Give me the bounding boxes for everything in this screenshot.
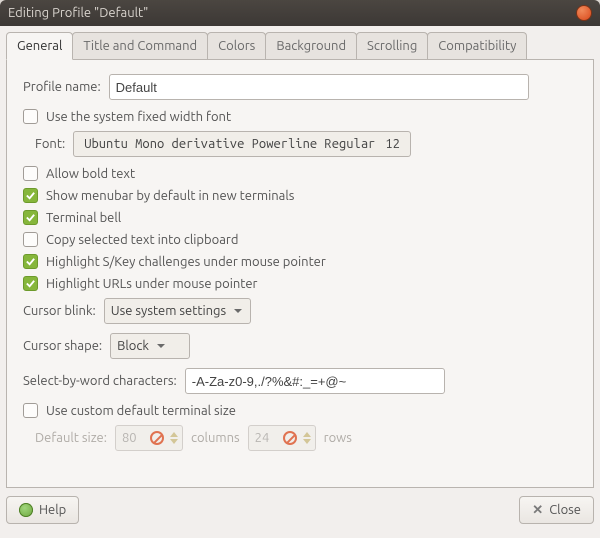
select-by-word-label: Select-by-word characters: — [23, 374, 177, 388]
default-columns-value: 80 — [122, 431, 144, 445]
show-menubar-checkbox[interactable] — [23, 188, 38, 203]
default-rows-value: 24 — [255, 431, 277, 445]
use-system-font-label[interactable]: Use the system fixed width font — [46, 110, 231, 124]
allow-bold-label[interactable]: Allow bold text — [46, 167, 135, 181]
dialog-footer: Help ✕ Close — [6, 496, 594, 524]
cursor-shape-value: Block — [117, 339, 149, 353]
default-rows-spin: 24 — [248, 425, 316, 451]
close-button-label: Close — [549, 503, 581, 517]
forbidden-icon — [150, 431, 164, 445]
font-chooser-button[interactable]: Ubuntu Mono derivative Powerline Regular… — [73, 131, 411, 157]
highlight-urls-label[interactable]: Highlight URLs under mouse pointer — [46, 277, 257, 291]
check-icon — [25, 212, 36, 223]
tab-title-and-command[interactable]: Title and Command — [72, 32, 208, 59]
default-columns-spin: 80 — [115, 425, 183, 451]
help-button-label: Help — [39, 503, 66, 517]
font-name: Ubuntu Mono derivative Powerline Regular — [84, 137, 375, 151]
chevron-up-icon — [170, 432, 178, 437]
close-icon: ✕ — [532, 503, 543, 518]
cursor-blink-combo[interactable]: Use system settings — [104, 298, 251, 324]
tab-bar: General Title and Command Colors Backgro… — [6, 32, 594, 60]
copy-selected-text-label[interactable]: Copy selected text into clipboard — [46, 233, 238, 247]
help-button[interactable]: Help — [6, 496, 79, 524]
cursor-blink-value: Use system settings — [111, 304, 226, 318]
profile-name-input[interactable] — [109, 74, 529, 100]
terminal-bell-label[interactable]: Terminal bell — [46, 211, 121, 225]
highlight-urls-checkbox[interactable] — [23, 276, 38, 291]
use-custom-size-checkbox[interactable] — [23, 403, 38, 418]
terminal-bell-checkbox[interactable] — [23, 210, 38, 225]
help-icon — [19, 503, 33, 517]
highlight-skey-label[interactable]: Highlight S/Key challenges under mouse p… — [46, 255, 326, 269]
forbidden-icon — [283, 431, 297, 445]
columns-label: columns — [191, 431, 240, 445]
tab-panel-general: Profile name: Use the system fixed width… — [6, 60, 594, 488]
check-icon — [25, 190, 36, 201]
use-custom-size-label[interactable]: Use custom default terminal size — [46, 404, 236, 418]
show-menubar-label[interactable]: Show menubar by default in new terminals — [46, 189, 294, 203]
chevron-down-icon — [170, 439, 178, 444]
allow-bold-checkbox[interactable] — [23, 166, 38, 181]
cursor-shape-label: Cursor shape: — [23, 339, 102, 353]
chevron-down-icon — [303, 439, 311, 444]
tab-compatibility[interactable]: Compatibility — [427, 32, 527, 59]
profile-name-label: Profile name: — [23, 80, 101, 94]
font-size: 12 — [385, 137, 400, 151]
tab-background[interactable]: Background — [265, 32, 357, 59]
tab-colors[interactable]: Colors — [207, 32, 266, 59]
close-button[interactable]: ✕ Close — [519, 496, 594, 524]
chevron-down-icon — [157, 344, 165, 348]
spin-arrows — [170, 432, 178, 444]
window-close-button[interactable] — [576, 5, 592, 21]
rows-label: rows — [324, 431, 352, 445]
chevron-up-icon — [303, 432, 311, 437]
window-title: Editing Profile "Default" — [8, 6, 576, 20]
titlebar: Editing Profile "Default" — [0, 0, 600, 26]
check-icon — [25, 256, 36, 267]
tab-general[interactable]: General — [6, 32, 73, 60]
highlight-skey-checkbox[interactable] — [23, 254, 38, 269]
cursor-shape-combo[interactable]: Block — [110, 333, 190, 359]
spin-arrows — [303, 432, 311, 444]
tab-scrolling[interactable]: Scrolling — [356, 32, 428, 59]
copy-selected-text-checkbox[interactable] — [23, 232, 38, 247]
cursor-blink-label: Cursor blink: — [23, 304, 96, 318]
select-by-word-input[interactable] — [185, 368, 445, 394]
default-size-label: Default size: — [35, 431, 107, 445]
check-icon — [25, 278, 36, 289]
font-label: Font: — [35, 137, 65, 151]
chevron-down-icon — [234, 309, 242, 313]
window-body: General Title and Command Colors Backgro… — [0, 26, 600, 538]
use-system-font-checkbox[interactable] — [23, 109, 38, 124]
